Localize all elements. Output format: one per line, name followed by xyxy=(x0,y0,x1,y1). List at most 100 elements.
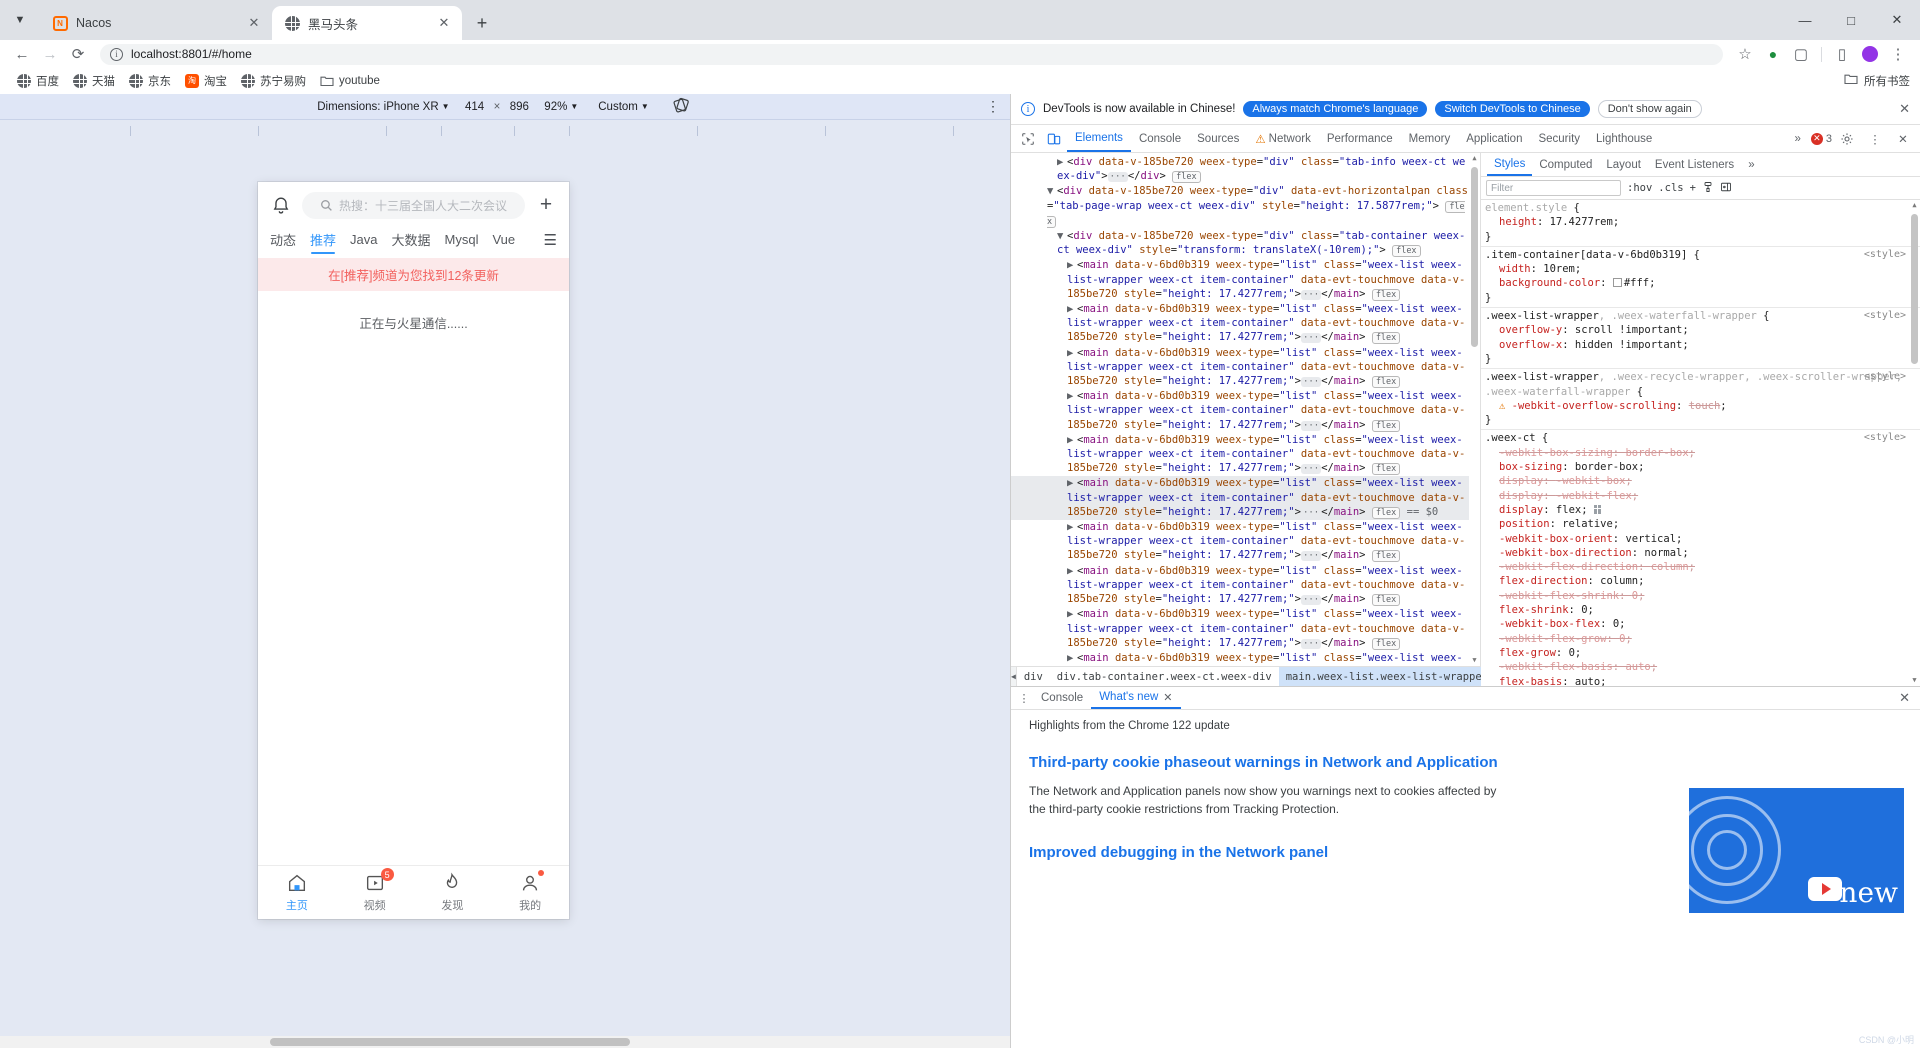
whats-new-heading-1[interactable]: Third-party cookie phaseout warnings in … xyxy=(1029,754,1902,771)
search-input[interactable]: 热搜：十三届全国人大二次会议 xyxy=(302,192,525,219)
style-declaration[interactable]: -webkit-box-flex: 0; xyxy=(1485,617,1908,631)
hover-state-button[interactable]: :hov xyxy=(1627,182,1652,194)
tabbar-item-mine[interactable]: 我的 xyxy=(491,872,569,913)
tabbar-item-discover[interactable]: 发现 xyxy=(414,872,492,913)
device-width-input[interactable]: 414 xyxy=(460,101,490,113)
add-icon[interactable]: + xyxy=(535,195,557,217)
scrollbar-thumb[interactable] xyxy=(1471,167,1478,347)
dom-node[interactable]: ▼<div data-v-185be720 weex-type="div" cl… xyxy=(1011,229,1480,258)
split-screen-icon[interactable]: ▯ xyxy=(1828,40,1856,68)
style-declaration[interactable]: display: -webkit-flex; xyxy=(1485,489,1908,503)
tab-styles[interactable]: Styles xyxy=(1487,153,1532,176)
dom-node[interactable]: ▶<main data-v-6bd0b319 weex-type="list" … xyxy=(1011,651,1480,666)
style-declaration[interactable]: flex-grow: 0; xyxy=(1485,646,1908,660)
site-info-icon[interactable]: i xyxy=(110,48,123,61)
bookmark-folder-youtube[interactable]: youtube xyxy=(313,72,387,90)
address-bar[interactable]: i localhost:8801/#/home xyxy=(100,44,1723,65)
scroll-down-icon[interactable]: ▼ xyxy=(1909,675,1920,686)
gear-icon[interactable] xyxy=(1834,126,1860,152)
dom-node[interactable]: ▶<main data-v-6bd0b319 weex-type="list" … xyxy=(1011,389,1480,433)
style-declaration[interactable]: background-color: #fff; xyxy=(1485,276,1908,290)
maximize-button[interactable]: □ xyxy=(1828,0,1874,40)
always-match-language-button[interactable]: Always match Chrome's language xyxy=(1243,101,1427,117)
dom-node[interactable]: ▶<main data-v-6bd0b319 weex-type="list" … xyxy=(1011,433,1480,477)
tab-memory[interactable]: Memory xyxy=(1401,125,1459,152)
style-rule-selector[interactable]: .item-container[data-v-6bd0b319] { xyxy=(1485,248,1908,262)
forward-button[interactable]: → xyxy=(36,40,64,68)
tab-lighthouse[interactable]: Lighthouse xyxy=(1588,125,1660,152)
drawer-tab-console[interactable]: Console xyxy=(1033,687,1091,709)
chrome-menu-button[interactable]: ⋮ xyxy=(1884,40,1912,68)
style-rule[interactable]: .weex-ct {<style>-webkit-box-sizing: bor… xyxy=(1481,430,1920,686)
breadcrumb-item-tab-container[interactable]: div.tab-container.weex-ct.weex-div xyxy=(1050,667,1279,687)
drawer-more-icon[interactable]: ⋮ xyxy=(1015,692,1033,705)
style-declaration[interactable]: flex-shrink: 0; xyxy=(1485,603,1908,617)
rotate-icon[interactable] xyxy=(659,97,703,116)
scroll-down-icon[interactable]: ▼ xyxy=(1469,655,1480,666)
dom-scrollbar[interactable]: ▲ ▼ xyxy=(1469,153,1480,666)
page-horizontal-scrollbar[interactable] xyxy=(0,1036,1010,1048)
dom-node[interactable]: ▶<main data-v-6bd0b319 weex-type="list" … xyxy=(1011,302,1480,346)
channel-tab-bigdata[interactable]: 大数据 xyxy=(392,230,431,254)
scrollbar-thumb[interactable] xyxy=(1911,214,1918,364)
new-tab-button[interactable]: + xyxy=(468,9,496,37)
breadcrumb-item-div[interactable]: div xyxy=(1017,667,1050,687)
style-declaration[interactable]: -webkit-flex-shrink: 0; xyxy=(1485,589,1908,603)
style-declaration[interactable]: ⚠ -webkit-overflow-scrolling: touch; xyxy=(1485,399,1908,413)
tabbar-item-video[interactable]: 5 视频 xyxy=(336,872,414,913)
style-rule[interactable]: element.style {height: 17.4277rem;} xyxy=(1481,200,1920,247)
channel-tab-tuijian[interactable]: 推荐 xyxy=(310,230,336,254)
new-style-rule-icon[interactable] xyxy=(1702,181,1714,196)
tab-sources[interactable]: Sources xyxy=(1189,125,1247,152)
style-rule-origin[interactable]: <style> xyxy=(1864,248,1906,262)
style-rule-selector[interactable]: .weex-ct { xyxy=(1485,431,1908,445)
element-classes-button[interactable]: .cls xyxy=(1658,182,1683,194)
whats-new-video-card[interactable]: new xyxy=(1689,788,1904,913)
tab-security[interactable]: Security xyxy=(1530,125,1588,152)
channel-tab-java[interactable]: Java xyxy=(350,232,377,252)
style-declaration[interactable]: position: relative; xyxy=(1485,517,1908,531)
styles-more-tabs-icon[interactable]: » xyxy=(1741,153,1761,176)
browser-tab-toutiao[interactable]: 黑马头条 ✕ xyxy=(272,6,462,40)
bookmark-suning[interactable]: 苏宁易购 xyxy=(234,71,313,91)
toggle-sidebar-icon[interactable] xyxy=(1720,181,1732,196)
style-rule-origin[interactable]: <style> xyxy=(1864,431,1906,445)
tab-application[interactable]: Application xyxy=(1458,125,1530,152)
style-declaration[interactable]: flex-direction: column; xyxy=(1485,574,1908,588)
tab-computed[interactable]: Computed xyxy=(1532,153,1599,176)
all-bookmarks-button[interactable]: 所有书签 xyxy=(1844,72,1910,89)
dom-node[interactable]: ▶<main data-v-6bd0b319 weex-type="list" … xyxy=(1011,258,1480,302)
dom-tree[interactable]: ▶<div data-v-185be720 weex-type="div" cl… xyxy=(1011,153,1480,666)
device-toolbar-icon[interactable] xyxy=(1041,126,1067,152)
tab-search-button[interactable]: ▼ xyxy=(0,0,40,40)
channel-tab-mysql[interactable]: Mysql xyxy=(445,232,479,252)
tab-layout[interactable]: Layout xyxy=(1599,153,1648,176)
channel-tab-vue[interactable]: Vue xyxy=(492,232,515,252)
browser-tab-nacos[interactable]: N Nacos ✕ xyxy=(40,6,272,40)
style-rule-selector[interactable]: .weex-list-wrapper, .weex-waterfall-wrap… xyxy=(1485,309,1908,323)
tab-network[interactable]: ⚠Network xyxy=(1247,125,1319,152)
bookmark-tmall[interactable]: 天猫 xyxy=(66,71,122,91)
switch-to-chinese-button[interactable]: Switch DevTools to Chinese xyxy=(1435,101,1589,117)
tabbar-item-home[interactable]: 主页 xyxy=(258,872,336,913)
dont-show-again-button[interactable]: Don't show again xyxy=(1598,100,1702,118)
close-drawer-icon[interactable]: ✕ xyxy=(1899,690,1920,706)
style-rule-origin[interactable]: <style> xyxy=(1864,309,1906,323)
style-declaration[interactable]: overflow-y: scroll !important; xyxy=(1485,323,1908,337)
style-declaration[interactable]: -webkit-box-orient: vertical; xyxy=(1485,532,1908,546)
styles-scrollbar[interactable]: ▲ ▼ xyxy=(1909,200,1920,686)
dom-node[interactable]: ▶<div data-v-185be720 weex-type="div" cl… xyxy=(1011,155,1480,184)
style-declaration[interactable]: -webkit-flex-basis: auto; xyxy=(1485,660,1908,674)
dom-node-selected[interactable]: ▶<main data-v-6bd0b319 weex-type="list" … xyxy=(1011,476,1480,520)
style-declaration[interactable]: box-sizing: border-box; xyxy=(1485,460,1908,474)
styles-rules[interactable]: element.style {height: 17.4277rem;}.item… xyxy=(1481,200,1920,686)
back-button[interactable]: ← xyxy=(8,40,36,68)
youtube-play-icon[interactable] xyxy=(1808,877,1842,901)
bookmark-star-icon[interactable]: ☆ xyxy=(1731,40,1759,68)
style-declaration[interactable]: overflow-x: hidden !important; xyxy=(1485,338,1908,352)
device-more-options[interactable]: ⋮ xyxy=(986,98,1000,115)
dom-node[interactable]: ▶<main data-v-6bd0b319 weex-type="list" … xyxy=(1011,564,1480,608)
channel-tab-dongtai[interactable]: 动态 xyxy=(270,230,296,254)
network-throttle-select[interactable]: Custom ▼ xyxy=(588,101,659,113)
drawer-tab-whats-new[interactable]: What's new ✕ xyxy=(1091,687,1180,709)
